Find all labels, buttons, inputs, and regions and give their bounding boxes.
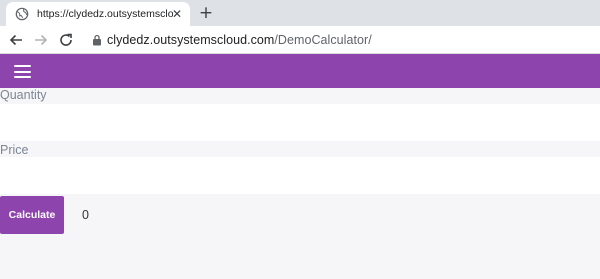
close-icon[interactable]: ✕ xyxy=(172,7,182,21)
forward-arrow-icon[interactable] xyxy=(33,32,49,48)
calculate-button[interactable]: Calculate xyxy=(0,196,64,234)
quantity-label: Quantity xyxy=(0,88,47,102)
browser-toolbar: clydedz.outsystemscloud.com/DemoCalculat… xyxy=(0,26,600,54)
result-value: 0 xyxy=(82,208,89,222)
new-tab-button[interactable]: + xyxy=(196,3,216,23)
browser-tab-strip: https://clydedz.outsystemscloud ✕ + xyxy=(0,0,600,26)
url-host: clydedz.outsystemscloud.com xyxy=(107,33,275,47)
quantity-input[interactable] xyxy=(0,104,600,141)
browser-tab[interactable]: https://clydedz.outsystemscloud ✕ xyxy=(6,2,190,26)
back-arrow-icon[interactable] xyxy=(8,32,24,48)
app-header xyxy=(0,54,600,88)
reload-icon[interactable] xyxy=(58,32,74,48)
url-path: /DemoCalculator/ xyxy=(274,33,372,47)
price-input[interactable] xyxy=(0,157,600,194)
globe-icon xyxy=(15,7,29,21)
address-bar[interactable]: clydedz.outsystemscloud.com/DemoCalculat… xyxy=(107,33,372,47)
tab-title: https://clydedz.outsystemscloud xyxy=(37,8,173,20)
hamburger-menu-icon[interactable] xyxy=(14,65,31,78)
price-label: Price xyxy=(0,143,29,157)
lock-icon[interactable] xyxy=(92,34,102,46)
